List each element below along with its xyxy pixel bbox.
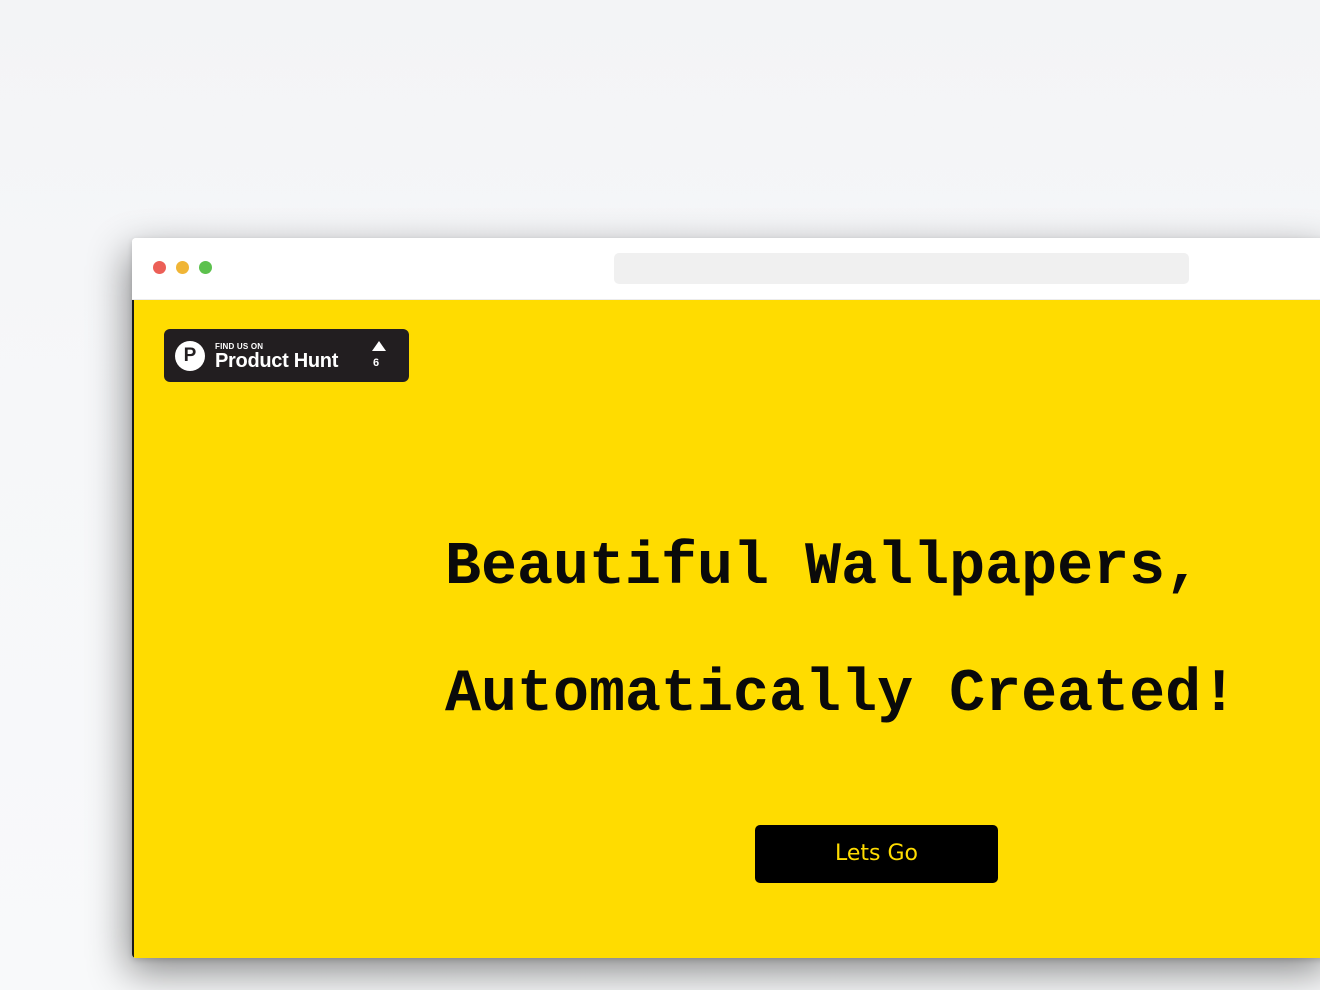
hero-headline-line-1: Beautiful Wallpapers, xyxy=(445,534,1202,602)
browser-title-bar xyxy=(132,238,1320,300)
close-window-button[interactable] xyxy=(153,261,166,274)
triangle-up-icon xyxy=(372,341,386,351)
browser-window: P FIND US ON Product Hunt 6 Beautiful Wa… xyxy=(132,238,1320,958)
hero-headline-line-2: Automatically Created! xyxy=(445,661,1238,729)
minimize-window-button[interactable] xyxy=(176,261,189,274)
product-hunt-badge[interactable]: P FIND US ON Product Hunt 6 xyxy=(164,329,409,382)
product-hunt-logo-icon: P xyxy=(175,341,205,371)
address-bar[interactable] xyxy=(614,253,1189,284)
maximize-window-button[interactable] xyxy=(199,261,212,274)
product-hunt-name: Product Hunt xyxy=(215,350,339,372)
lets-go-button[interactable]: Lets Go xyxy=(755,825,998,883)
upvote-count: 6 xyxy=(373,357,380,369)
hero-section: P FIND US ON Product Hunt 6 Beautiful Wa… xyxy=(132,300,1320,958)
